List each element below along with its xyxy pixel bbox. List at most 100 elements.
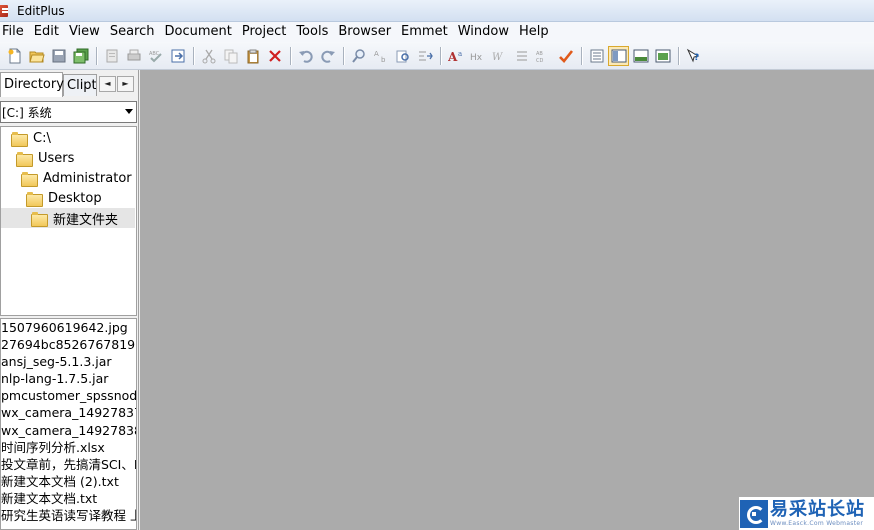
toolbar-separator bbox=[581, 46, 582, 65]
print-icon[interactable] bbox=[123, 46, 144, 66]
open-folder-icon bbox=[11, 131, 28, 147]
find-in-files-icon[interactable] bbox=[392, 46, 413, 66]
menu-bar: File Edit View Search Document Project T… bbox=[0, 22, 874, 42]
window-title: EditPlus bbox=[17, 3, 65, 18]
svg-text:A: A bbox=[448, 50, 458, 64]
chevron-down-icon[interactable] bbox=[125, 109, 133, 114]
redo-icon[interactable] bbox=[317, 46, 338, 66]
paste-icon[interactable] bbox=[242, 46, 263, 66]
list-item[interactable]: pmcustomer_spssnode. bbox=[1, 387, 136, 404]
list-item[interactable]: 时间序列分析.xlsx bbox=[1, 439, 136, 456]
tree-item-label: Administrator bbox=[43, 170, 132, 186]
title-bar: EditPlus bbox=[0, 0, 874, 22]
menu-tools[interactable]: Tools bbox=[292, 22, 334, 42]
svg-text:?: ? bbox=[694, 53, 699, 63]
directory-tree: C:\ Users Administrator Desktop 新建文件夹 bbox=[0, 126, 137, 316]
tab-scroll-right-button[interactable]: ► bbox=[117, 76, 134, 92]
fullscreen-icon[interactable] bbox=[652, 46, 673, 66]
watermark-text: 易采站长站 Www.Easck.Com Webmaster bbox=[770, 499, 865, 528]
save-icon[interactable] bbox=[48, 46, 69, 66]
checkmark-icon[interactable] bbox=[555, 46, 576, 66]
tree-item-c-drive[interactable]: C:\ bbox=[11, 128, 51, 148]
tab-directory[interactable]: Directory bbox=[0, 72, 64, 97]
editplus-app-icon[interactable] bbox=[0, 4, 12, 18]
toolbar-separator bbox=[290, 46, 291, 65]
menu-help[interactable]: Help bbox=[515, 22, 555, 42]
list-item[interactable]: 投文章前，先搞清SCI、EI bbox=[1, 456, 136, 473]
open-file-icon[interactable] bbox=[26, 46, 47, 66]
find-icon[interactable] bbox=[348, 46, 369, 66]
delete-icon[interactable] bbox=[264, 46, 285, 66]
line-number-icon[interactable] bbox=[511, 46, 532, 66]
watermark-en: Www.Easck.Com Webmaster bbox=[770, 519, 864, 527]
font-icon[interactable]: Aa bbox=[445, 46, 466, 66]
goto-line-icon[interactable] bbox=[414, 46, 435, 66]
new-file-icon[interactable] bbox=[4, 46, 25, 66]
replace-icon[interactable]: Ab bbox=[370, 46, 391, 66]
toolbar-separator bbox=[96, 46, 97, 65]
list-item[interactable]: wx_camera_14927838176 bbox=[1, 422, 136, 439]
browser-preview-icon[interactable] bbox=[167, 46, 188, 66]
svg-text:A: A bbox=[374, 50, 379, 58]
svg-text:AB: AB bbox=[536, 51, 543, 57]
directory-window-icon[interactable] bbox=[608, 45, 629, 66]
undo-icon[interactable] bbox=[295, 46, 316, 66]
svg-text:b: b bbox=[381, 56, 386, 64]
menu-window[interactable]: Window bbox=[454, 22, 515, 42]
list-item[interactable]: 研究生英语读写译教程 上 bbox=[1, 507, 136, 524]
tab-scroll-left-button[interactable]: ◄ bbox=[99, 76, 116, 92]
menu-search[interactable]: Search bbox=[106, 22, 161, 42]
open-folder-icon bbox=[16, 151, 33, 167]
list-item[interactable]: nlp-lang-1.7.5.jar bbox=[1, 370, 136, 387]
menu-edit[interactable]: Edit bbox=[30, 22, 65, 42]
tree-item-label: Desktop bbox=[48, 190, 102, 206]
site-logo-icon bbox=[740, 499, 768, 528]
menu-view[interactable]: View bbox=[65, 22, 106, 42]
tree-item-new-folder[interactable]: 新建文件夹 bbox=[1, 208, 135, 228]
toolbar-separator bbox=[678, 46, 679, 65]
tab-cliptext[interactable]: Cliptext bbox=[63, 74, 97, 96]
toolbar: ABC Ab Aa Hx W AB CD ? bbox=[0, 42, 874, 70]
list-item[interactable]: wx_camera_14927837907 bbox=[1, 404, 136, 421]
svg-text:W: W bbox=[492, 52, 503, 63]
toolbar-separator bbox=[193, 46, 194, 65]
tree-item-label: Users bbox=[38, 150, 75, 166]
toolbar-separator bbox=[440, 46, 441, 65]
svg-text:CD: CD bbox=[536, 58, 543, 64]
list-item[interactable]: 新建文本文档.txt bbox=[1, 490, 136, 507]
drive-select[interactable]: [C:] 系统 bbox=[0, 101, 137, 123]
spell-check-icon[interactable]: ABC bbox=[145, 46, 166, 66]
list-item[interactable]: 1507960619642.jpg bbox=[1, 319, 136, 336]
list-item[interactable]: 27694bc8526767819b6 bbox=[1, 336, 136, 353]
tree-item-users[interactable]: Users bbox=[16, 148, 74, 168]
cut-icon[interactable] bbox=[198, 46, 219, 66]
menu-emmet[interactable]: Emmet bbox=[397, 22, 454, 42]
save-all-icon[interactable] bbox=[70, 46, 91, 66]
hex-view-icon[interactable]: Hx bbox=[467, 46, 488, 66]
panel-tabs: Directory Cliptext ◄ ► bbox=[0, 72, 139, 97]
toolbar-separator bbox=[343, 46, 344, 65]
help-icon[interactable]: ? bbox=[683, 46, 704, 66]
menu-file[interactable]: File bbox=[0, 22, 30, 42]
list-item[interactable]: ansj_seg-5.1.3.jar bbox=[1, 353, 136, 370]
editor-workspace[interactable] bbox=[140, 70, 874, 530]
column-marker-icon[interactable]: AB CD bbox=[533, 46, 554, 66]
output-window-icon[interactable] bbox=[630, 46, 651, 66]
print-preview-icon[interactable] bbox=[101, 46, 122, 66]
word-wrap-icon[interactable]: W bbox=[489, 46, 510, 66]
tree-item-desktop[interactable]: Desktop bbox=[26, 188, 102, 208]
menu-document[interactable]: Document bbox=[160, 22, 237, 42]
tree-item-label: C:\ bbox=[33, 130, 51, 146]
copy-icon[interactable] bbox=[220, 46, 241, 66]
tree-item-label: 新建文件夹 bbox=[53, 212, 119, 228]
watermark: 易采站长站 Www.Easck.Com Webmaster bbox=[739, 497, 874, 530]
drive-select-value: [C:] 系统 bbox=[2, 105, 52, 120]
open-folder-icon bbox=[26, 191, 43, 207]
menu-browser[interactable]: Browser bbox=[334, 22, 397, 42]
window-list-icon[interactable] bbox=[586, 46, 607, 66]
menu-project[interactable]: Project bbox=[238, 22, 292, 42]
directory-panel: Directory Cliptext ◄ ► [C:] 系统 C:\ Users… bbox=[0, 70, 139, 530]
tree-item-administrator[interactable]: Administrator bbox=[21, 168, 132, 188]
list-item[interactable]: 新建文本文档 (2).txt bbox=[1, 473, 136, 490]
open-folder-icon bbox=[21, 171, 38, 187]
